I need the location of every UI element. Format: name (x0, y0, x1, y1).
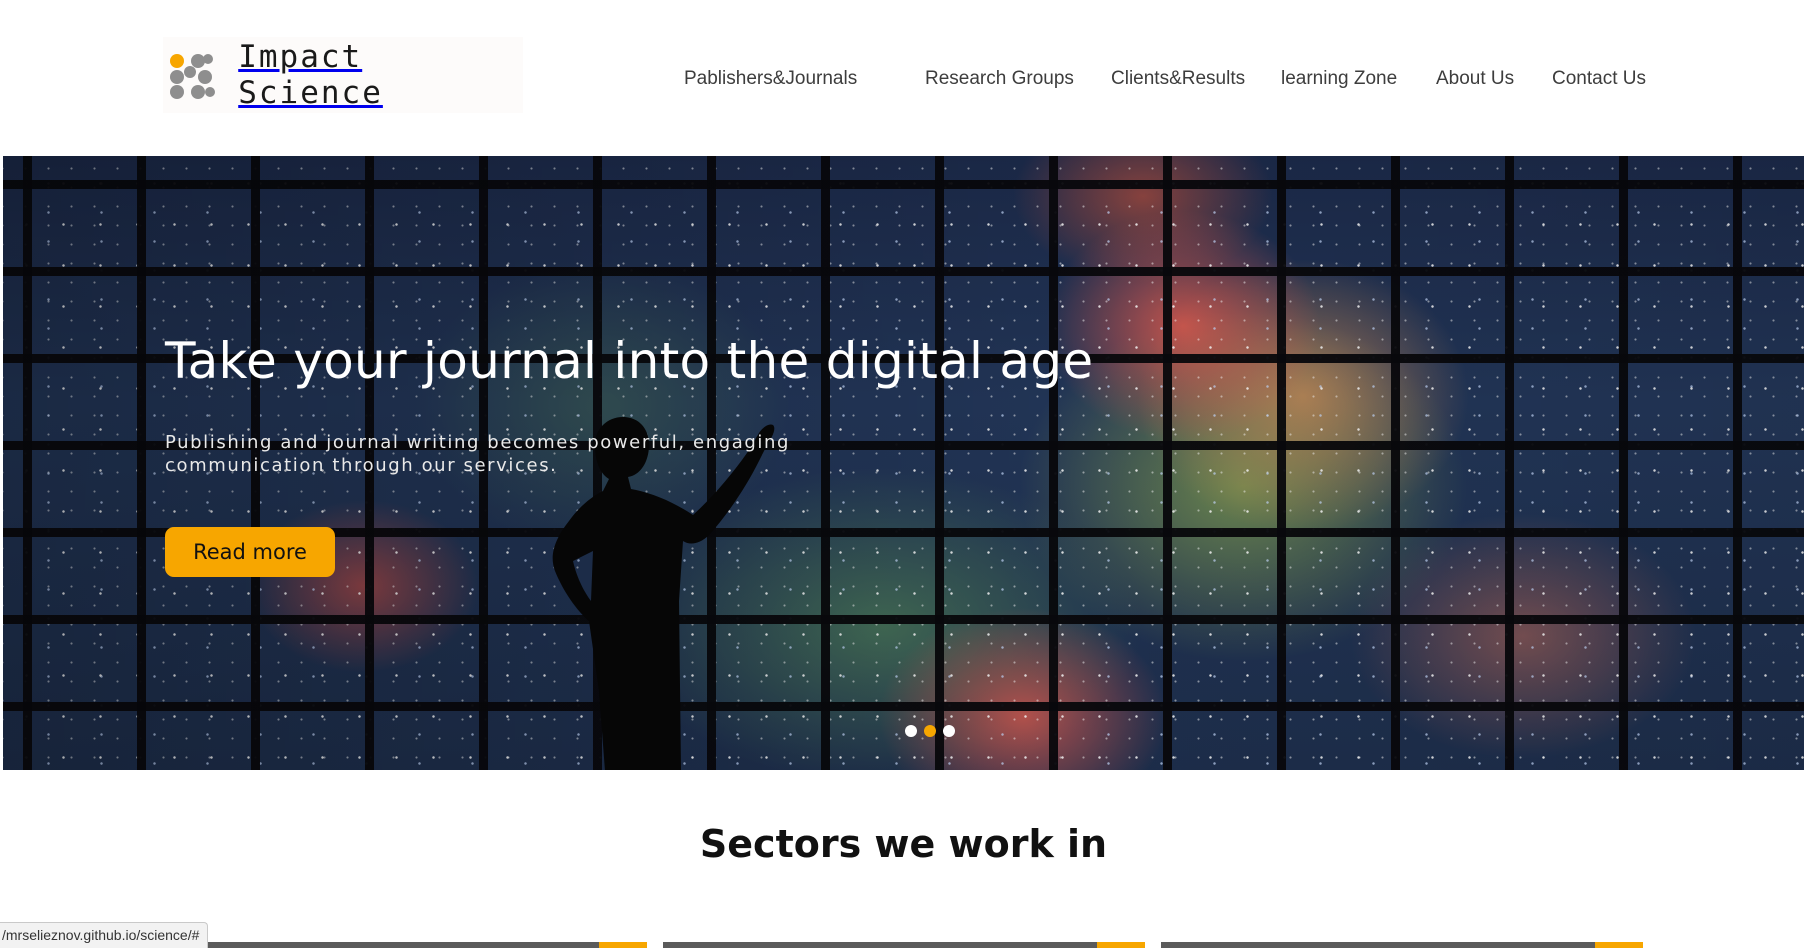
sector-card-2[interactable] (663, 942, 1145, 948)
nav-learning-zone[interactable]: learning Zone (1281, 68, 1397, 90)
nav-contact-us[interactable]: Contact Us (1552, 68, 1646, 90)
sector-card-1[interactable] (165, 942, 647, 948)
slider-dot-1[interactable] (905, 725, 917, 737)
nav-about-us[interactable]: About Us (1436, 68, 1514, 90)
browser-status-url: /mrselieznov.github.io/science/# (0, 922, 209, 948)
hero-slider: Take your journal into the digital age P… (3, 156, 1804, 770)
nav-research-groups[interactable]: Research Groups (925, 68, 1074, 90)
main-nav: Pablishers&Journals Research Groups Clie… (0, 68, 1807, 94)
nav-clients-results[interactable]: Clients&Results (1111, 68, 1245, 90)
sectors-heading: Sectors we work in (699, 822, 1108, 866)
read-more-button[interactable]: Read more (165, 527, 335, 577)
sector-card-3[interactable] (1161, 942, 1643, 948)
hero-subtitle: Publishing and journal writing becomes p… (165, 432, 791, 476)
nav-publishers-journals[interactable]: Pablishers&Journals (684, 68, 857, 90)
site-header: Impact Science Pablishers&Journals Resea… (0, 0, 1807, 156)
slider-dot-3[interactable] (943, 725, 955, 737)
slider-dot-2[interactable] (924, 725, 936, 737)
sector-cards (0, 942, 1807, 948)
slider-dots (905, 725, 955, 737)
hero-title: Take your journal into the digital age (165, 332, 1094, 390)
